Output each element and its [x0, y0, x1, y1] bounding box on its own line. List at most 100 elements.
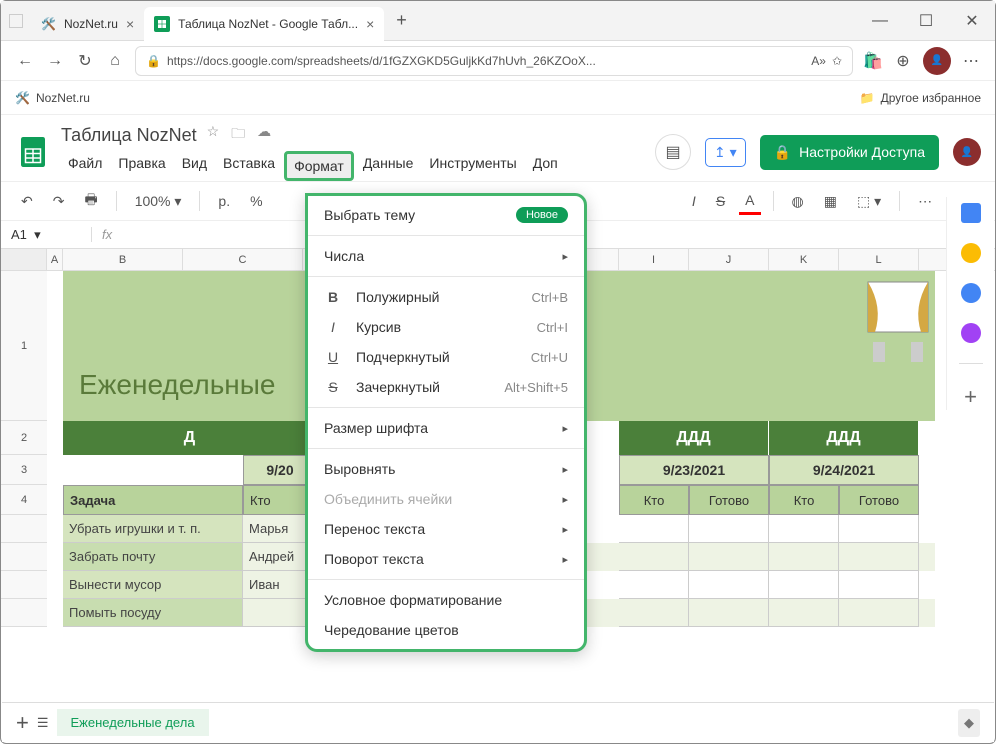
borders-button[interactable]: ▦: [818, 189, 843, 214]
shopping-icon[interactable]: 🛍️: [863, 51, 883, 71]
undo-button[interactable]: ↶: [15, 189, 39, 214]
account-avatar[interactable]: 👤: [953, 138, 981, 166]
row-4[interactable]: 4: [1, 485, 47, 515]
browser-tab-1[interactable]: 🛠️ NozNet.ru ×: [31, 7, 144, 41]
day-header-3: ДДД: [769, 421, 919, 455]
col-C[interactable]: C: [183, 249, 303, 270]
menu-rotate[interactable]: Поворот текста▸: [308, 544, 584, 574]
menu-align[interactable]: Выровнять▸: [308, 454, 584, 484]
new-tab-button[interactable]: +: [384, 10, 419, 31]
col-B[interactable]: B: [63, 249, 183, 270]
col-J[interactable]: J: [689, 249, 769, 270]
menu-addons[interactable]: Доп: [526, 151, 565, 181]
collections-icon[interactable]: ⊕: [893, 51, 913, 71]
explore-button[interactable]: ◆: [958, 709, 980, 737]
task-cell[interactable]: Забрать почту: [63, 543, 243, 571]
col-L[interactable]: L: [839, 249, 919, 270]
bookmark-noznet[interactable]: 🛠️ NozNet.ru: [15, 91, 90, 105]
currency-button[interactable]: р.: [212, 189, 236, 213]
row-3[interactable]: 3: [1, 455, 47, 485]
percent-button[interactable]: %: [244, 189, 268, 213]
tab-actions-icon[interactable]: [9, 14, 23, 28]
fillcolor-button[interactable]: ◍: [786, 189, 810, 214]
back-button[interactable]: ←: [15, 52, 35, 70]
menu-data[interactable]: Данные: [356, 151, 421, 181]
menu-view[interactable]: Вид: [175, 151, 214, 181]
col-K[interactable]: K: [769, 249, 839, 270]
new-badge: Новое: [516, 207, 568, 223]
menu-underline[interactable]: U ПодчеркнутыйCtrl+U: [308, 342, 584, 372]
home-button[interactable]: ⌂: [105, 52, 125, 70]
strike-icon: S: [324, 379, 342, 395]
bookmark-other[interactable]: 📁 Другое избранное: [860, 91, 981, 105]
sheet-tab-1[interactable]: Еженедельные дела: [57, 709, 209, 736]
close-icon[interactable]: ×: [126, 16, 134, 32]
menu-fontsize[interactable]: Размер шрифта▸: [308, 413, 584, 443]
menu-merge: Объединить ячейки▸: [308, 484, 584, 514]
sheets-logo[interactable]: [15, 128, 51, 176]
menu-numbers[interactable]: Числа▸: [308, 241, 584, 271]
menu-conditional[interactable]: Условное форматирование: [308, 585, 584, 615]
task-cell[interactable]: Убрать игрушки и т. п.: [63, 515, 243, 543]
browser-menu[interactable]: ⋯: [961, 51, 981, 71]
reload-button[interactable]: ↻: [75, 51, 95, 71]
row-1[interactable]: 1: [1, 271, 47, 421]
merge-button[interactable]: ⬚ ▾: [851, 189, 887, 214]
textcolor-button[interactable]: A: [739, 188, 760, 215]
star-icon[interactable]: ☆: [207, 123, 220, 147]
redo-button[interactable]: ↷: [47, 189, 71, 214]
name-box[interactable]: A1 ▾: [1, 227, 91, 243]
comments-button[interactable]: ▤: [655, 134, 691, 170]
menu-bold[interactable]: B ПолужирныйCtrl+B: [308, 282, 584, 312]
col-I[interactable]: I: [619, 249, 689, 270]
task-cell[interactable]: Помыть посуду: [63, 599, 243, 627]
tasks-icon[interactable]: [961, 283, 981, 303]
keep-icon[interactable]: [961, 243, 981, 263]
all-sheets-button[interactable]: ☰: [37, 715, 49, 731]
subhead-done-3: Готово: [839, 485, 919, 515]
menu-altcolors[interactable]: Чередование цветов: [308, 615, 584, 645]
move-icon[interactable]: 🗀: [231, 123, 245, 147]
maximize-button[interactable]: ☐: [903, 1, 949, 41]
select-all-corner[interactable]: [1, 249, 47, 270]
present-button[interactable]: ↥ ▾: [705, 138, 746, 167]
menu-wrap[interactable]: Перенос текста▸: [308, 514, 584, 544]
menu-theme[interactable]: Выбрать тему Новое: [308, 200, 584, 230]
date-2: 9/23/2021: [619, 455, 769, 485]
col-A[interactable]: A: [47, 249, 63, 270]
menu-format[interactable]: Формат: [284, 151, 354, 181]
url-input[interactable]: 🔒 https://docs.google.com/spreadsheets/d…: [135, 46, 853, 76]
calendar-icon[interactable]: [961, 203, 981, 223]
addons-plus-button[interactable]: +: [964, 384, 977, 410]
share-button[interactable]: 🔒 Настройки Доступа: [760, 135, 939, 170]
url-text: https://docs.google.com/spreadsheets/d/1…: [167, 54, 596, 68]
add-sheet-button[interactable]: +: [16, 710, 29, 736]
menu-insert[interactable]: Вставка: [216, 151, 282, 181]
reader-icon[interactable]: A»: [811, 54, 826, 68]
menu-italic[interactable]: I КурсивCtrl+I: [308, 312, 584, 342]
right-rail: +: [946, 197, 994, 410]
banner-title: Еженедельные: [79, 369, 275, 401]
close-icon[interactable]: ×: [366, 16, 374, 32]
favorite-icon[interactable]: ✩: [832, 54, 842, 68]
print-button[interactable]: 🖶: [78, 185, 103, 217]
doc-title[interactable]: Таблица NozNet: [61, 125, 197, 146]
menu-tools[interactable]: Инструменты: [422, 151, 523, 181]
minimize-button[interactable]: —: [857, 1, 903, 41]
task-cell[interactable]: Вынести мусор: [63, 571, 243, 599]
close-window-button[interactable]: ✕: [949, 1, 995, 41]
menu-edit[interactable]: Правка: [111, 151, 172, 181]
menu-strike[interactable]: S ЗачеркнутыйAlt+Shift+5: [308, 372, 584, 402]
italic-button[interactable]: I: [686, 189, 702, 213]
strike-button[interactable]: S: [710, 189, 731, 213]
browser-tab-2[interactable]: Таблица NozNet - Google Табл... ×: [144, 7, 384, 41]
menu-file[interactable]: Файл: [61, 151, 109, 181]
profile-avatar[interactable]: 👤: [923, 47, 951, 75]
more-button[interactable]: ⋯: [912, 189, 938, 214]
bookmark-label: NozNet.ru: [36, 91, 90, 105]
contacts-icon[interactable]: [961, 323, 981, 343]
cloud-icon[interactable]: ☁: [257, 123, 271, 147]
row-2[interactable]: 2: [1, 421, 47, 455]
forward-button[interactable]: →: [45, 52, 65, 70]
zoom-select[interactable]: 100% ▾: [129, 189, 188, 214]
